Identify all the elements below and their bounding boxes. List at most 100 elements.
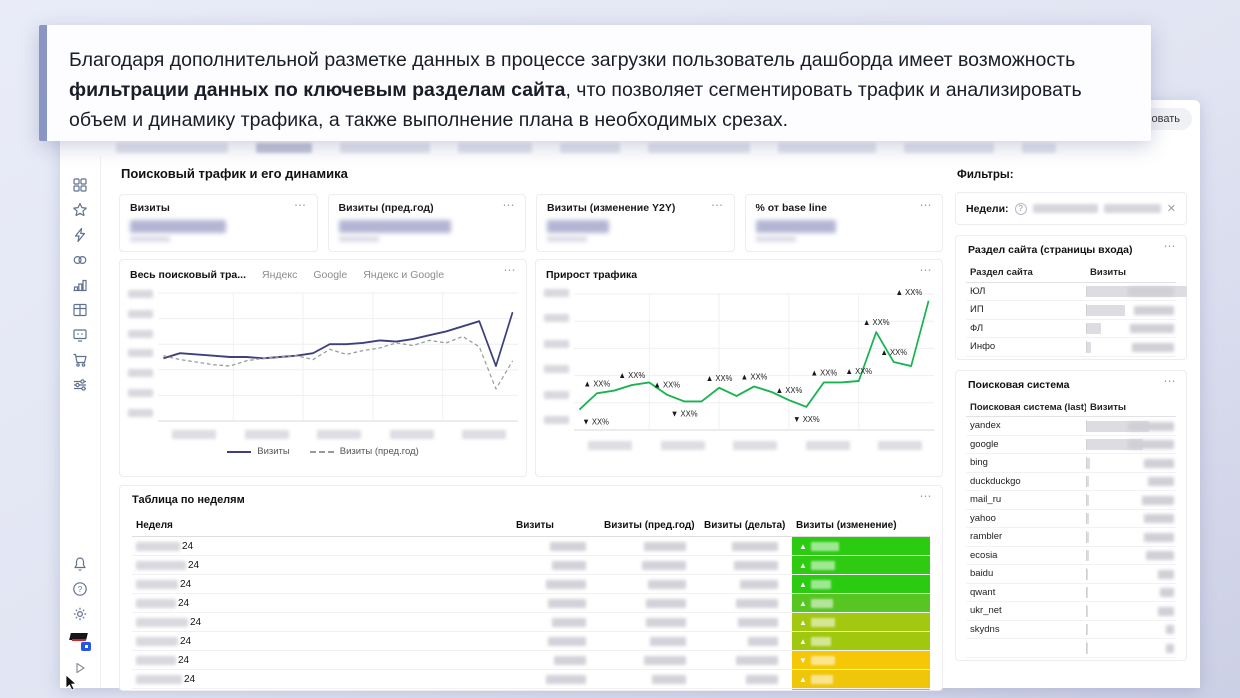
search-engine-rows: yandex google <box>966 417 1176 658</box>
legend-swatch-solid <box>227 451 251 453</box>
change-value-redacted <box>811 675 833 684</box>
star-icon[interactable] <box>72 202 88 218</box>
weeks-filter[interactable]: Недели: ? ✕ <box>955 192 1187 225</box>
weeks-table-body: 24 <box>132 537 930 691</box>
table-row[interactable]: google <box>966 436 1176 455</box>
chart-tab[interactable]: Яндекс <box>262 269 297 281</box>
data-table-icon[interactable] <box>72 302 88 318</box>
table-row[interactable]: ecosia <box>966 547 1176 566</box>
visits-prev-cell <box>600 675 700 684</box>
dashboard-tab-blurred[interactable] <box>458 143 532 153</box>
table-row[interactable]: yandex <box>966 417 1176 436</box>
week-cell: 24 <box>132 541 512 552</box>
week-redacted <box>136 618 188 627</box>
visits-value-redacted <box>1128 422 1174 431</box>
table-row[interactable]: duckduckgo <box>966 473 1176 492</box>
table-row[interactable]: rambler <box>966 528 1176 547</box>
dashboard-tab-blurred[interactable] <box>256 143 312 153</box>
table-row[interactable]: baidu <box>966 565 1176 584</box>
app-logo-icon[interactable] <box>70 631 90 651</box>
x-axis-ticks-redacted <box>544 438 934 450</box>
visits-bar <box>1087 643 1088 654</box>
legend-label: Визиты (пред.год) <box>340 446 419 457</box>
sliders-icon[interactable] <box>72 377 88 393</box>
visits-bar-cell <box>1086 454 1176 472</box>
visits-bar-cell <box>1086 436 1176 454</box>
section-name: ИП <box>966 304 1086 315</box>
visits-bar-cell <box>1086 320 1176 338</box>
site-section-card: Раздел сайта (страницы входа) ⋯ Раздел с… <box>955 235 1187 360</box>
visits-prev-cell <box>600 618 700 627</box>
dots-menu-icon[interactable]: ⋯ <box>1164 241 1178 251</box>
monitor-icon[interactable] <box>72 327 88 343</box>
bar-chart-icon[interactable] <box>72 277 88 293</box>
visits-bar <box>1087 532 1089 543</box>
dashboard-tab-blurred[interactable] <box>1022 143 1056 153</box>
chart-tab[interactable]: Весь поисковый тра... <box>130 269 246 281</box>
visits-bar-cell <box>1086 565 1176 583</box>
visits-prev-cell <box>600 599 700 608</box>
table-row[interactable]: mail_ru <box>966 491 1176 510</box>
visits-bar-cell <box>1086 547 1176 565</box>
dashboard-tab-blurred[interactable] <box>560 143 620 153</box>
table-row[interactable]: ИП <box>966 301 1176 320</box>
table-row[interactable]: Инфо <box>966 338 1176 357</box>
dots-menu-icon[interactable]: ⋯ <box>504 265 518 275</box>
legend-swatch-dashed <box>310 451 334 453</box>
legend-item-visits[interactable]: Визиты <box>227 446 290 457</box>
dots-menu-icon[interactable]: ⋯ <box>1164 376 1178 386</box>
visits-change-cell: ▲ <box>792 670 930 688</box>
table-row[interactable]: yahoo <box>966 510 1176 529</box>
dashboard-window: ировать <box>60 100 1200 688</box>
change-arrow: ▲ <box>799 618 807 627</box>
engine-name: bing <box>966 457 1086 468</box>
apps-grid-icon[interactable] <box>72 177 88 193</box>
cart-icon[interactable] <box>72 352 88 368</box>
visits-bar-cell <box>1086 417 1176 435</box>
dashboard-tab-blurred[interactable] <box>648 143 750 153</box>
dashboard-tab-blurred[interactable] <box>340 143 430 153</box>
dashboard-tab-blurred[interactable] <box>116 143 228 153</box>
change-arrow: ▲ <box>799 580 807 589</box>
dashboard-tab-blurred[interactable] <box>778 143 876 153</box>
dots-menu-icon[interactable]: ⋯ <box>503 200 517 210</box>
visits-cell <box>512 618 600 627</box>
visits-bar-cell <box>1086 491 1176 509</box>
dots-menu-icon[interactable]: ⋯ <box>920 491 934 501</box>
gear-icon[interactable] <box>72 606 88 622</box>
chart-tab[interactable]: Google <box>313 269 347 281</box>
visits-bar <box>1087 495 1089 506</box>
table-row: 24 <box>132 594 930 613</box>
table-row[interactable]: skydns <box>966 621 1176 640</box>
dots-menu-icon[interactable]: ⋯ <box>920 200 934 210</box>
chart-tab[interactable]: Яндекс и Google <box>363 269 444 281</box>
dashboard-tab-blurred[interactable] <box>904 143 994 153</box>
visits-bar-cell <box>1086 510 1176 528</box>
dots-menu-icon[interactable]: ⋯ <box>711 200 725 210</box>
table-row[interactable]: qwant <box>966 584 1176 603</box>
filters-panel: Фильтры: Недели: ? ✕ Раздел сайта (стран… <box>955 156 1187 688</box>
visits-value-redacted <box>1166 644 1174 653</box>
legend-item-prev-year[interactable]: Визиты (пред.год) <box>310 446 419 457</box>
bolt-icon[interactable] <box>72 227 88 243</box>
table-row[interactable]: bing <box>966 454 1176 473</box>
engine-name: skydns <box>966 624 1086 635</box>
dots-menu-icon[interactable]: ⋯ <box>920 265 934 275</box>
dots-menu-icon[interactable]: ⋯ <box>294 200 308 210</box>
visits-value-redacted <box>1142 496 1174 505</box>
help-icon[interactable]: ? <box>72 581 88 597</box>
info-circle-icon[interactable]: ? <box>1015 203 1027 215</box>
bell-icon[interactable] <box>72 556 88 572</box>
table-row[interactable]: ФЛ <box>966 320 1176 339</box>
svg-text:▲ XX%: ▲ XX% <box>845 367 872 376</box>
table-row[interactable] <box>966 639 1176 658</box>
week-redacted <box>136 580 178 589</box>
table-row[interactable]: ukr_net <box>966 602 1176 621</box>
table-row: 24 <box>132 613 930 632</box>
visits-delta-cell <box>700 656 792 665</box>
week-cell: 24 <box>132 579 512 590</box>
table-row[interactable]: ЮЛ <box>966 283 1176 302</box>
close-x-icon[interactable]: ✕ <box>1167 202 1176 215</box>
week-suffix: 24 <box>184 674 195 685</box>
audience-rings-icon[interactable] <box>72 252 88 268</box>
